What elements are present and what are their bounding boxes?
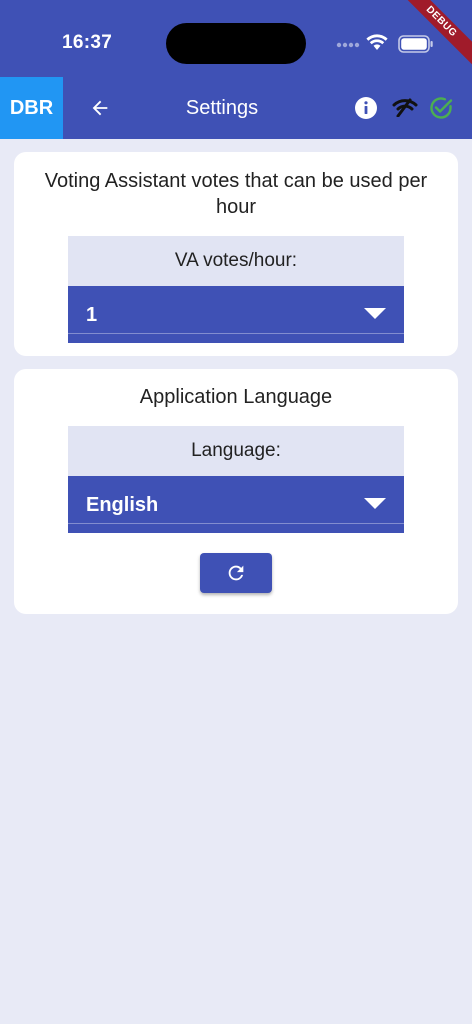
dropdown-arrow-icon	[364, 308, 386, 319]
votes-per-hour-card: Voting Assistant votes that can be used …	[14, 152, 458, 356]
language-dropdown-label: Language:	[68, 426, 404, 476]
votes-dropdown[interactable]: 1	[68, 286, 404, 343]
votes-section-title: Voting Assistant votes that can be used …	[44, 170, 428, 218]
dropdown-underline	[68, 333, 404, 334]
status-bar: 16:37 DEBUG	[0, 0, 472, 77]
cellular-signal-icon	[336, 42, 360, 48]
language-dropdown-group: Language: English	[68, 426, 404, 533]
arrow-left-icon	[92, 100, 108, 116]
app-bar: DBR Settings	[0, 77, 472, 139]
votes-dropdown-group: VA votes/hour: 1	[68, 236, 404, 343]
camera-notch	[166, 23, 306, 64]
language-card: Application Language Language: English	[14, 369, 458, 614]
status-time: 16:37	[62, 32, 113, 53]
network-icon	[392, 98, 418, 117]
check-circle-icon	[430, 97, 453, 119]
back-button[interactable]	[86, 94, 114, 122]
votes-dropdown-label: VA votes/hour:	[68, 236, 404, 286]
language-section-title: Application Language	[139, 386, 333, 408]
wifi-icon	[366, 34, 388, 50]
dropdown-underline	[68, 523, 404, 524]
info-button[interactable]	[354, 96, 378, 120]
language-dropdown-value: English	[86, 494, 159, 516]
votes-dropdown-value: 1	[86, 304, 98, 326]
app-logo: DBR	[0, 77, 63, 139]
dropdown-arrow-icon	[364, 498, 386, 509]
refresh-icon	[228, 565, 244, 581]
refresh-button[interactable]	[200, 553, 272, 593]
language-dropdown[interactable]: English	[68, 476, 404, 533]
battery-icon	[398, 35, 433, 53]
info-icon	[355, 97, 377, 119]
